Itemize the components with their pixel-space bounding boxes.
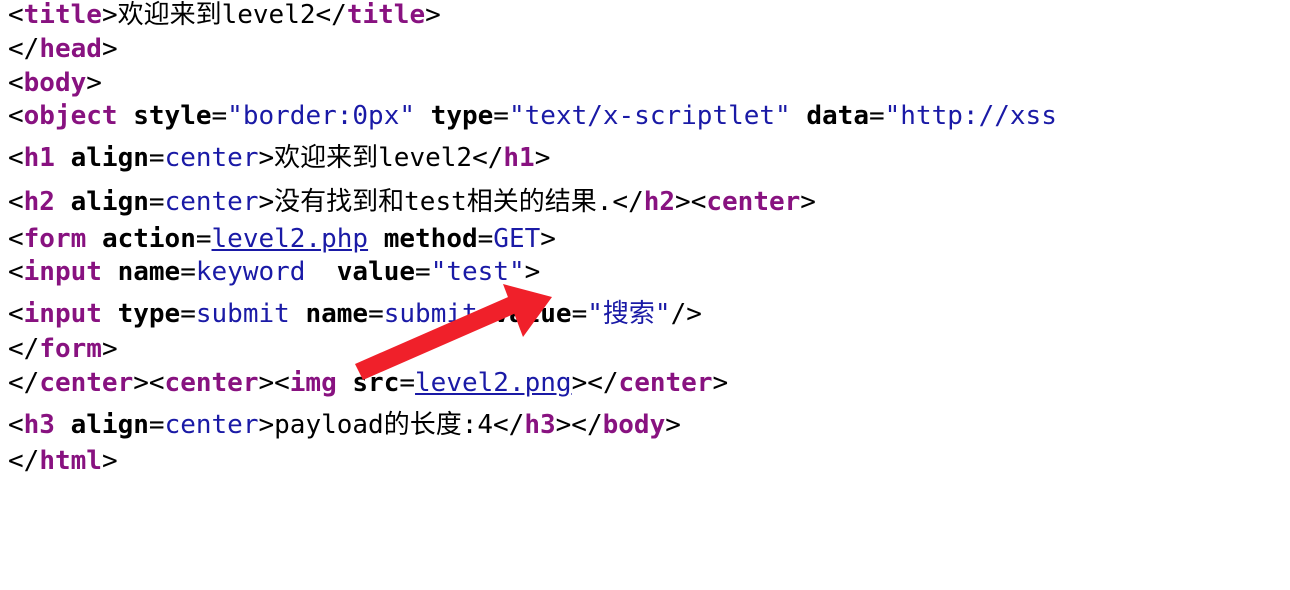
tag-name: title <box>346 0 426 30</box>
source-line-9: <input type=submit name=submit value="搜索… <box>8 299 702 329</box>
source-line-12: <h3 align=center>payload的长度:4</h3></body… <box>8 410 681 440</box>
attr-value: center <box>164 410 259 440</box>
attr-name: type <box>430 101 494 131</box>
tag-name: h3 <box>524 410 556 440</box>
tag-name: img <box>289 368 337 398</box>
source-line-5: <h1 align=center>欢迎来到level2</h1> <box>8 143 551 173</box>
attr-value: center <box>164 143 259 173</box>
tag-name: input <box>23 299 102 329</box>
tag-name: center <box>39 368 134 398</box>
attr-value: "border:0px" <box>227 101 416 131</box>
tag-name: title <box>23 0 102 30</box>
attr-name: name <box>117 257 181 287</box>
attr-name: method <box>383 224 478 254</box>
attr-name: name <box>305 299 369 329</box>
text-content: 没有找到和test相关的结果. <box>274 187 613 217</box>
attr-value-highlighted: "test" <box>430 257 525 287</box>
attr-name: type <box>117 299 181 329</box>
attr-value: "text/x-scriptlet" <box>508 101 791 131</box>
attr-value: keyword <box>195 257 306 287</box>
source-line-3: <body> <box>8 68 102 98</box>
tag-name: h1 <box>23 143 55 173</box>
attr-name: data <box>806 101 869 131</box>
tag-name: h1 <box>503 143 535 173</box>
attr-name: action <box>101 224 196 254</box>
attr-name: value <box>336 257 416 287</box>
source-line-6: <h2 align=center>没有找到和test相关的结果.</h2><ce… <box>8 187 816 217</box>
tag-name: h3 <box>23 410 55 440</box>
tag-name: body <box>23 68 87 98</box>
source-line-11: </center><center><img src=level2.png></c… <box>8 368 729 398</box>
tag-name: form <box>23 224 87 254</box>
tag-name: form <box>39 334 102 364</box>
tag-name: center <box>164 368 259 398</box>
tag-name: center <box>706 187 801 217</box>
source-line-2: </head> <box>8 34 118 64</box>
source-line-8: <input name=keyword value="test"> <box>8 257 541 287</box>
source-line-4: <object style="border:0px" type="text/x-… <box>8 101 1057 131</box>
tag-name: h2 <box>643 187 676 217</box>
source-link-level2-php[interactable]: level2.php <box>212 224 369 254</box>
attr-name: align <box>70 143 149 173</box>
tag-name: center <box>618 368 713 398</box>
tag-name: head <box>39 34 102 64</box>
tag-name: h2 <box>23 187 55 217</box>
text-content: 欢迎来到level2 <box>274 143 473 173</box>
attr-value: GET <box>493 224 541 254</box>
attr-name: src <box>352 368 400 398</box>
text-content: 欢迎来到level2 <box>117 0 316 30</box>
attr-name: align <box>70 187 149 217</box>
source-line-1: <title>欢迎来到level2</title> <box>8 0 441 30</box>
source-link-level2-png[interactable]: level2.png <box>415 368 572 398</box>
tag-name: input <box>23 257 102 287</box>
attr-value: "搜索" <box>587 299 671 329</box>
attr-name: style <box>133 101 212 131</box>
attr-value: submit <box>383 299 478 329</box>
source-line-10: </form> <box>8 334 118 364</box>
tag-name: html <box>39 446 102 476</box>
tag-name: body <box>602 410 666 440</box>
attr-name: value <box>493 299 572 329</box>
attr-value: "http://xss <box>884 101 1057 131</box>
source-line-7: <form action=level2.php method=GET> <box>8 224 556 254</box>
attr-value: center <box>164 187 259 217</box>
attr-value: submit <box>195 299 290 329</box>
page-source-view: <title>欢迎来到level2</title> </head> <body>… <box>0 0 1290 590</box>
text-content: payload的长度:4 <box>274 410 494 440</box>
attr-name: align <box>70 410 149 440</box>
tag-name: object <box>23 101 118 131</box>
source-line-13: </html> <box>8 446 118 476</box>
